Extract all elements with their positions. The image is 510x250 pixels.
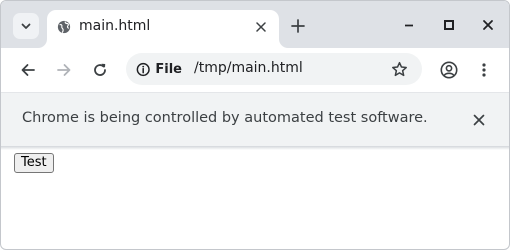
- tab-title: main.html: [79, 18, 151, 34]
- plus-icon: [291, 19, 305, 33]
- globe-icon: [57, 20, 71, 34]
- tab-search-button[interactable]: [13, 13, 39, 39]
- browser-window: main.html File /tmp/main.html Chrome is …: [0, 0, 510, 250]
- star-icon: [391, 61, 407, 76]
- tab-close-button[interactable]: [251, 17, 271, 37]
- automation-infobar: Chrome is being controlled by automated …: [1, 92, 509, 146]
- window-close-button[interactable]: [476, 14, 500, 36]
- site-chip-label: File: [155, 61, 182, 77]
- test-button[interactable]: Test: [14, 153, 54, 173]
- chevron-down-icon: [21, 23, 31, 29]
- address-bar[interactable]: File /tmp/main.html: [126, 53, 422, 85]
- url-text[interactable]: /tmp/main.html: [194, 60, 303, 76]
- tab-strip: main.html: [1, 1, 509, 48]
- site-info-chip[interactable]: File: [130, 57, 182, 81]
- profile-icon: [440, 61, 458, 79]
- maximize-icon: [444, 20, 454, 30]
- close-icon: [483, 20, 493, 30]
- reload-button[interactable]: [87, 57, 113, 83]
- minimize-icon: [405, 24, 413, 27]
- new-tab-button[interactable]: [286, 14, 310, 38]
- main-menu-button[interactable]: [471, 57, 497, 83]
- tab-main[interactable]: main.html: [47, 10, 279, 48]
- profile-button[interactable]: [436, 57, 462, 83]
- reload-icon: [94, 63, 106, 76]
- maximize-button[interactable]: [437, 14, 461, 36]
- forward-arrow-icon: [57, 64, 71, 76]
- infobar-close-button[interactable]: [468, 109, 490, 131]
- close-icon: [256, 22, 266, 32]
- infobar-shadow: [1, 146, 509, 150]
- minimize-button[interactable]: [397, 14, 421, 36]
- bookmark-button[interactable]: [388, 58, 410, 80]
- forward-button[interactable]: [51, 57, 77, 83]
- kebab-menu-icon: [482, 63, 486, 77]
- infobar-message: Chrome is being controlled by automated …: [22, 110, 428, 126]
- browser-toolbar: File /tmp/main.html: [1, 48, 509, 92]
- back-button[interactable]: [15, 57, 41, 83]
- close-icon: [473, 114, 485, 126]
- page-content: Test: [1, 146, 509, 249]
- info-icon: [136, 62, 150, 76]
- back-arrow-icon: [21, 64, 35, 76]
